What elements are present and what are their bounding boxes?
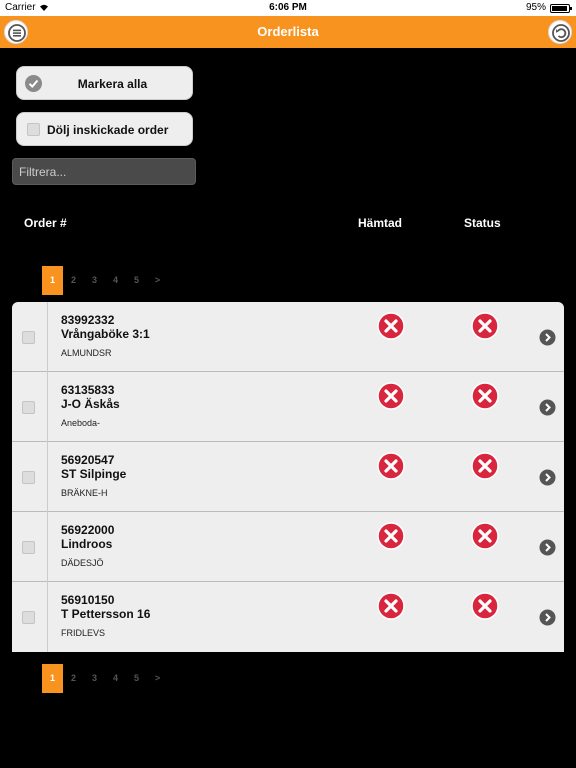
page-link[interactable]: 5 (126, 266, 147, 295)
hide-sent-label: Dölj inskickade order (47, 123, 169, 137)
filter-input[interactable] (12, 158, 196, 185)
hamtad-status-icon (377, 592, 405, 620)
nav-bar: Orderlista (0, 16, 576, 48)
row-select-cell (12, 302, 48, 372)
column-header-status: Status (464, 216, 501, 230)
page-link[interactable]: 1 (42, 664, 63, 693)
status-bar: Carrier 6:06 PM 95% (0, 0, 576, 16)
status-icon (471, 452, 499, 480)
hamtad-status-icon (377, 382, 405, 410)
chevron-right-icon[interactable] (539, 539, 556, 556)
battery-percent: 95% (525, 2, 546, 13)
chevron-right-icon[interactable] (539, 609, 556, 626)
order-place: ALMUNDSR (61, 348, 112, 358)
order-name: Lindroos (61, 537, 113, 551)
chevron-right-icon[interactable] (539, 399, 556, 416)
row-checkbox[interactable] (22, 401, 35, 414)
column-header-order: Order # (24, 216, 67, 230)
status-icon (471, 312, 499, 340)
order-place: BRÄKNE-H (61, 488, 108, 498)
battery-icon (550, 4, 572, 13)
hamtad-status-icon (377, 312, 405, 340)
page-link[interactable]: 2 (63, 664, 84, 693)
page-link[interactable]: 2 (63, 266, 84, 295)
page-link[interactable]: 4 (105, 664, 126, 693)
page-link[interactable]: 1 (42, 266, 63, 295)
row-checkbox[interactable] (22, 471, 35, 484)
order-row[interactable]: 56920547 ST Silpinge BRÄKNE-H (12, 442, 564, 512)
chevron-right-icon[interactable] (539, 329, 556, 346)
clock: 6:06 PM (269, 2, 307, 13)
hamtad-status-icon (377, 522, 405, 550)
order-name: T Pettersson 16 (61, 607, 151, 621)
page-link[interactable]: 5 (126, 664, 147, 693)
order-name: Vrångaböke 3:1 (61, 327, 150, 341)
row-select-cell (12, 372, 48, 442)
order-row[interactable]: 83992332 Vrångaböke 3:1 ALMUNDSR (12, 302, 564, 372)
undo-button[interactable] (548, 20, 572, 44)
order-number: 83992332 (61, 313, 115, 327)
hide-sent-toggle[interactable]: Dölj inskickade order (16, 112, 193, 146)
next-page-link[interactable]: > (147, 664, 168, 693)
row-checkbox[interactable] (22, 611, 35, 624)
status-icon (471, 522, 499, 550)
row-checkbox[interactable] (22, 541, 35, 554)
order-number: 56920547 (61, 453, 115, 467)
status-icon (471, 592, 499, 620)
hamtad-status-icon (377, 452, 405, 480)
status-icon (471, 382, 499, 410)
order-place: FRIDLEVS (61, 628, 106, 638)
row-select-cell (12, 442, 48, 512)
order-row[interactable]: 56910150 T Pettersson 16 FRIDLEVS (12, 582, 564, 652)
order-place: Aneboda- (61, 418, 101, 428)
order-number: 56910150 (61, 593, 115, 607)
page-title: Orderlista (257, 24, 319, 39)
order-number: 56922000 (61, 523, 115, 537)
page-link[interactable]: 3 (84, 266, 105, 295)
order-place: DÄDESJÖ (61, 558, 104, 568)
mark-all-label: Markera alla (77, 77, 148, 91)
next-page-link[interactable]: > (147, 266, 168, 295)
page-link[interactable]: 4 (105, 266, 126, 295)
order-list: 83992332 Vrångaböke 3:1 ALMUNDSR 6313583… (12, 302, 564, 652)
page-link[interactable]: 3 (84, 664, 105, 693)
row-select-cell (12, 512, 48, 582)
chevron-right-icon[interactable] (539, 469, 556, 486)
order-row[interactable]: 56922000 Lindroos DÄDESJÖ (12, 512, 564, 582)
hide-sent-checkbox[interactable] (27, 123, 40, 136)
column-header-hamtad: Hämtad (358, 216, 403, 230)
order-number: 63135833 (61, 383, 115, 397)
order-row[interactable]: 63135833 J-O Äskås Aneboda- (12, 372, 564, 442)
row-checkbox[interactable] (22, 331, 35, 344)
order-name: ST Silpinge (61, 467, 127, 481)
order-name: J-O Äskås (61, 397, 120, 411)
row-select-cell (12, 582, 48, 652)
mark-all-button[interactable]: Markera alla (16, 66, 193, 100)
